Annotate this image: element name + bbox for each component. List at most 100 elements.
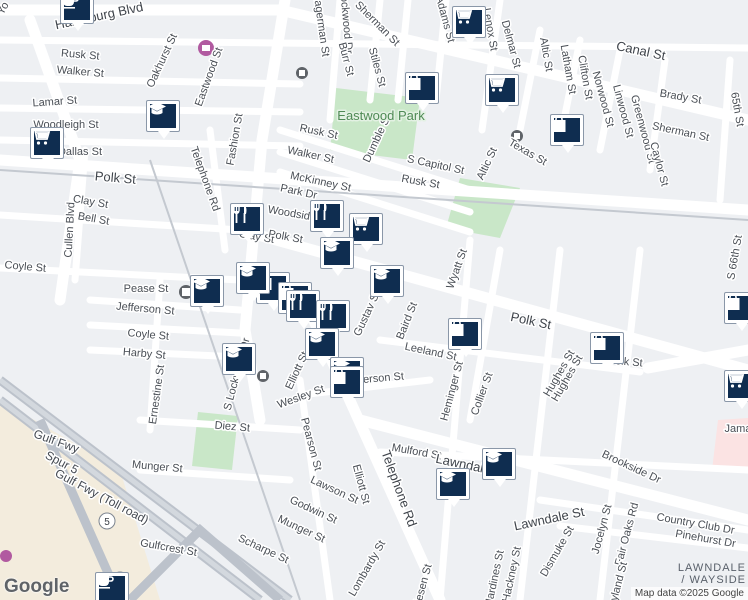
marker-pointer bbox=[202, 306, 214, 314]
marker-pointer bbox=[736, 323, 748, 331]
marker-frame bbox=[222, 343, 256, 375]
street-label: Baird St bbox=[394, 300, 420, 341]
marker-frame bbox=[95, 572, 129, 600]
street-label: Texas St bbox=[506, 137, 549, 168]
marker-pointer bbox=[460, 349, 472, 357]
marker-frame bbox=[305, 328, 339, 360]
google-logo: Google bbox=[4, 576, 70, 597]
school-marker[interactable] bbox=[370, 265, 406, 305]
map-canvas[interactable]: 5 5 Harrisburg BlvdHagerman StLockwood D… bbox=[0, 0, 748, 600]
marker-frame bbox=[230, 203, 264, 235]
cafe-marker[interactable] bbox=[60, 0, 96, 32]
marker-pointer bbox=[736, 401, 748, 409]
marker-pointer bbox=[332, 268, 344, 276]
school-icon bbox=[238, 264, 266, 290]
school-marker[interactable] bbox=[190, 275, 226, 315]
marker-frame bbox=[320, 237, 354, 269]
marker-pointer bbox=[562, 145, 574, 153]
street-label: Pearson St bbox=[298, 416, 324, 472]
marker-frame bbox=[436, 468, 470, 500]
street-label: Lombardy St bbox=[347, 538, 389, 598]
shopping-bag-icon bbox=[726, 293, 748, 320]
marker-pointer bbox=[342, 397, 354, 405]
svg-text:5: 5 bbox=[104, 517, 110, 528]
place-icon[interactable] bbox=[0, 550, 12, 562]
shopping-cart-marker[interactable] bbox=[452, 6, 488, 46]
street-label: Pease St bbox=[124, 283, 169, 295]
restaurant-icon bbox=[313, 202, 340, 228]
school-marker[interactable] bbox=[146, 100, 182, 140]
cafe-marker[interactable] bbox=[95, 572, 131, 600]
transit-station-icon[interactable] bbox=[257, 370, 269, 382]
shopping-bag-marker[interactable] bbox=[724, 292, 748, 332]
school-icon bbox=[484, 450, 512, 476]
school-icon bbox=[148, 102, 176, 128]
street-label: Polk St bbox=[94, 168, 137, 187]
school-icon bbox=[438, 470, 466, 496]
marker-pointer bbox=[448, 499, 460, 507]
marker-frame bbox=[30, 127, 64, 159]
shopping-cart-icon bbox=[726, 372, 748, 398]
shopping-bag-marker[interactable] bbox=[405, 72, 441, 112]
school-marker[interactable] bbox=[320, 237, 356, 277]
street-label: 65th St bbox=[728, 91, 746, 127]
marker-frame bbox=[550, 114, 584, 146]
street-label: Rusk St bbox=[61, 47, 100, 62]
shopping-bag-icon bbox=[407, 73, 435, 100]
street-label: Coyle St bbox=[4, 259, 46, 275]
shopping-bag-marker[interactable] bbox=[448, 318, 484, 358]
marker-pointer bbox=[158, 131, 170, 139]
marker-frame bbox=[146, 100, 180, 132]
street-label: Heminger St bbox=[438, 360, 465, 422]
shopping-cart-icon bbox=[454, 8, 482, 34]
marker-frame bbox=[370, 265, 404, 297]
marker-frame bbox=[485, 74, 519, 106]
shopping-bag-marker[interactable] bbox=[590, 332, 626, 372]
cafe-icon bbox=[97, 575, 125, 600]
street-label: Dismuke St bbox=[538, 524, 577, 579]
restaurant-marker[interactable] bbox=[310, 200, 346, 240]
school-icon bbox=[372, 267, 400, 293]
school-marker[interactable] bbox=[436, 468, 472, 508]
school-icon bbox=[224, 345, 252, 371]
marker-frame bbox=[590, 332, 624, 364]
school-icon bbox=[192, 277, 220, 303]
area-label-line: LAWNDALE bbox=[677, 562, 746, 574]
street-label: Sherman St bbox=[651, 120, 710, 144]
street-label: Altic St bbox=[475, 146, 500, 182]
marker-frame bbox=[60, 0, 94, 24]
marker-pointer bbox=[497, 105, 509, 113]
shopping-cart-icon bbox=[351, 215, 379, 241]
restaurant-icon bbox=[289, 292, 316, 318]
highway-shield: 5 bbox=[98, 512, 116, 530]
marker-pointer bbox=[494, 479, 506, 487]
transit-station-icon[interactable] bbox=[296, 67, 308, 79]
marker-pointer bbox=[417, 103, 429, 111]
shopping-bag-marker[interactable] bbox=[550, 114, 586, 154]
restaurant-marker[interactable] bbox=[230, 203, 266, 243]
marker-frame bbox=[452, 6, 486, 38]
marker-frame bbox=[330, 366, 364, 398]
area-label-line: / WAYSIDE bbox=[681, 574, 746, 586]
marker-frame bbox=[286, 290, 320, 322]
map-attribution[interactable]: Map data ©2025 Google bbox=[630, 587, 748, 600]
shopping-bag-marker[interactable] bbox=[330, 366, 366, 406]
school-marker[interactable] bbox=[222, 343, 258, 383]
marker-pointer bbox=[602, 363, 614, 371]
shopping-cart-marker[interactable] bbox=[724, 370, 748, 410]
marker-pointer bbox=[72, 23, 84, 31]
marker-pointer bbox=[234, 374, 246, 382]
school-marker[interactable] bbox=[236, 262, 272, 302]
shopping-cart-marker[interactable] bbox=[30, 127, 66, 167]
shopping-cart-icon bbox=[487, 76, 515, 102]
shopping-cart-marker[interactable] bbox=[485, 74, 521, 114]
marker-frame bbox=[724, 370, 748, 402]
marker-frame bbox=[482, 448, 516, 480]
restaurant-icon bbox=[319, 302, 346, 328]
street-label: Fashion St bbox=[225, 113, 246, 167]
street-label: S 66th St bbox=[725, 234, 745, 281]
marker-pointer bbox=[382, 296, 394, 304]
school-marker[interactable] bbox=[482, 448, 518, 488]
marker-pointer bbox=[464, 37, 476, 45]
marker-pointer bbox=[242, 234, 254, 242]
